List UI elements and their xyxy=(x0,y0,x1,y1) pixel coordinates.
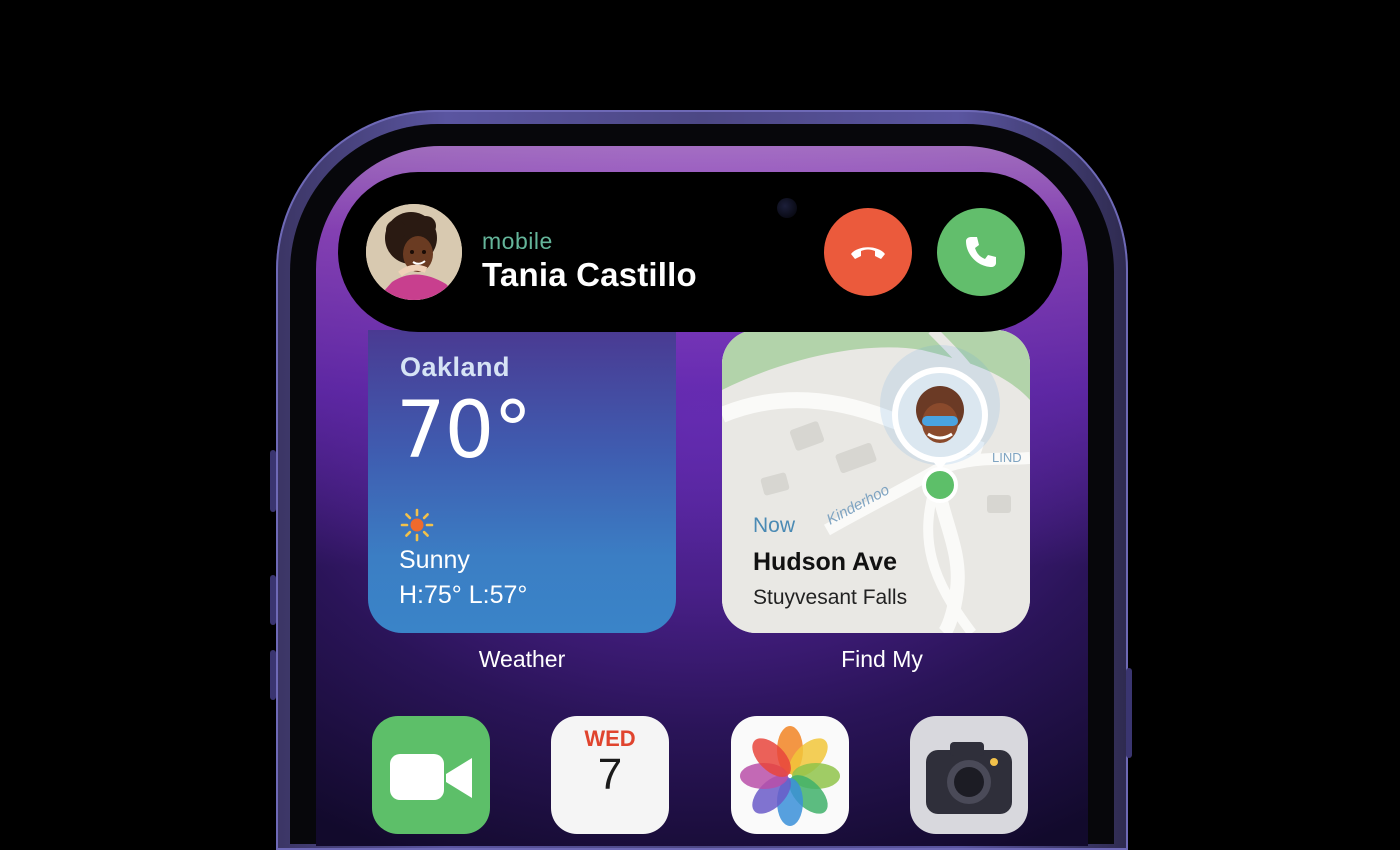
sun-icon xyxy=(400,508,434,542)
volume-up-button xyxy=(270,450,276,512)
calendar-date: 7 xyxy=(597,750,623,799)
call-type-label: mobile xyxy=(482,228,553,254)
calendar-day: WED xyxy=(584,726,636,751)
volume-down-button xyxy=(270,575,276,625)
weather-widget[interactable]: Oakland 70° Sunny H:75° L:57° xyxy=(368,330,676,633)
findmy-time: Now xyxy=(753,514,796,537)
caller-avatar xyxy=(366,204,462,300)
svg-text:LIND: LIND xyxy=(992,450,1022,465)
hang-up-icon xyxy=(851,247,885,259)
mute-switch xyxy=(270,650,276,700)
camera-lens-icon xyxy=(926,742,1012,814)
weather-temperature: 70° xyxy=(396,386,532,476)
calendar-app-icon[interactable]: WED 7 xyxy=(551,716,669,834)
accept-call-button[interactable] xyxy=(937,208,1025,296)
phone-icon xyxy=(966,237,996,267)
power-button xyxy=(1126,668,1132,758)
facetime-app-icon[interactable] xyxy=(372,716,490,834)
video-camera-icon xyxy=(390,754,472,800)
photos-flower-icon xyxy=(740,726,840,826)
weather-high-low: H:75° L:57° xyxy=(399,581,528,609)
decline-call-button[interactable] xyxy=(824,208,912,296)
findmy-street: Hudson Ave xyxy=(753,548,897,576)
photos-app-icon[interactable] xyxy=(731,716,849,834)
front-camera xyxy=(777,198,797,218)
camera-app-icon[interactable] xyxy=(910,716,1028,834)
avatar-photo-icon xyxy=(366,204,462,300)
findmy-widget-label: Find My xyxy=(841,646,923,672)
findmy-locality: Stuyvesant Falls xyxy=(753,586,908,609)
findmy-widget[interactable]: Kinderhoo LIND Now Hudson Ave Stuyvesant… xyxy=(722,330,1030,633)
weather-city: Oakland xyxy=(400,352,511,382)
caller-name: Tania Castillo xyxy=(482,256,697,293)
weather-condition: Sunny xyxy=(399,546,470,574)
weather-widget-label: Weather xyxy=(478,646,566,672)
